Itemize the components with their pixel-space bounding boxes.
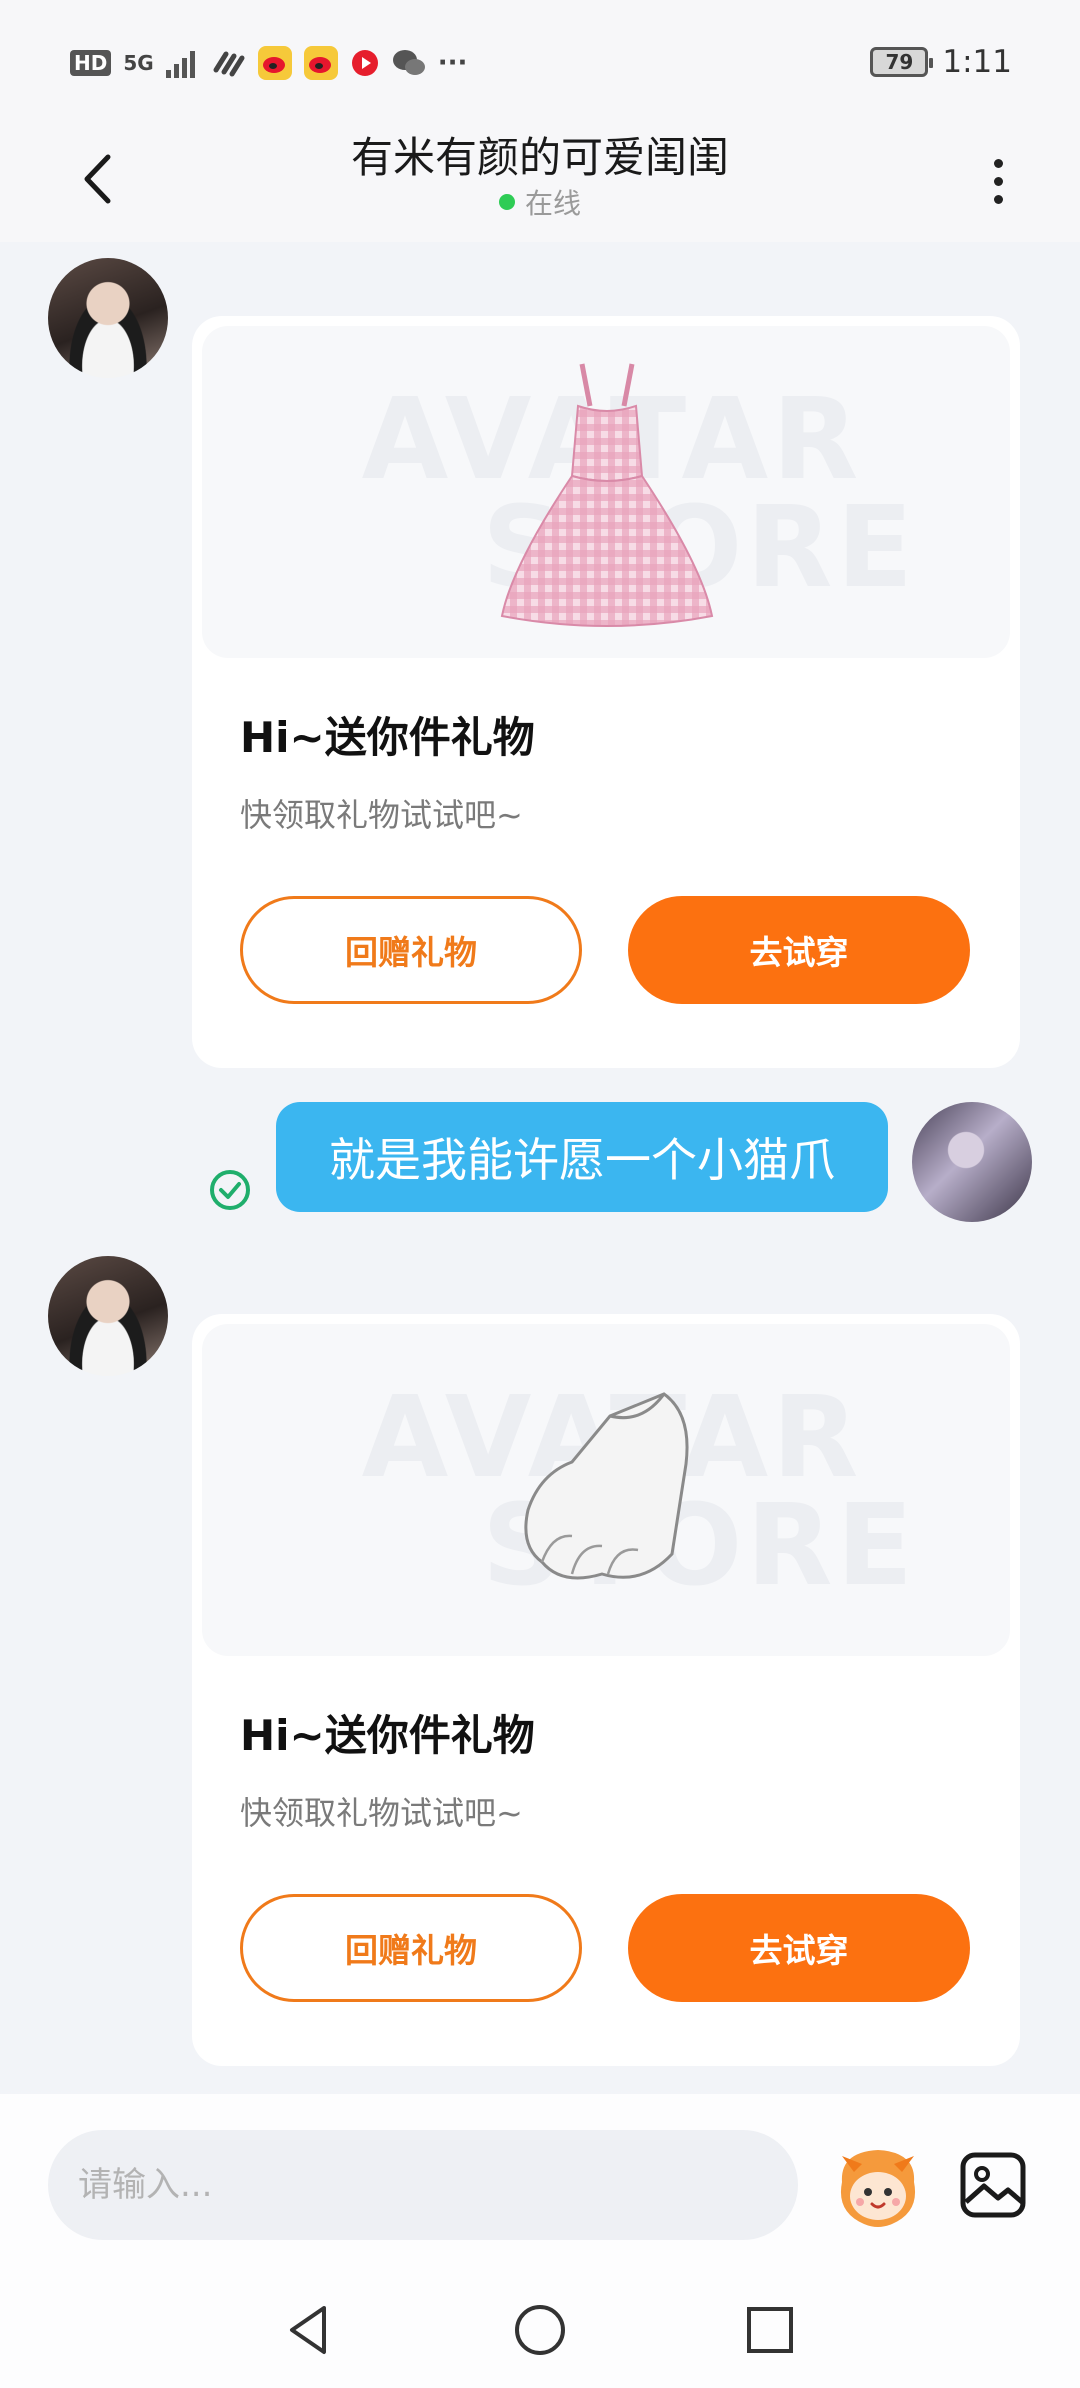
more-dot-icon — [993, 194, 1003, 204]
nav-back-icon[interactable] — [280, 2300, 340, 2360]
read-check-icon — [210, 1170, 250, 1210]
gift-image[interactable]: AVATAR STORE — [202, 1324, 1010, 1656]
try-on-button[interactable]: 去试穿 — [628, 896, 970, 1004]
weibo-icon — [303, 46, 338, 80]
chat-title: 有米有颜的可爱闺闺 — [350, 133, 729, 182]
online-dot-icon — [498, 194, 515, 210]
battery-icon: 79 — [870, 47, 934, 77]
nav-recents-icon[interactable] — [740, 2300, 800, 2360]
system-navigation-bar — [0, 2274, 1080, 2388]
message-input[interactable] — [48, 2130, 798, 2240]
input-bar — [0, 2094, 1080, 2274]
online-status: 在线 — [0, 182, 1080, 222]
overflow-indicator: ··· — [437, 48, 468, 78]
weibo-icon — [257, 46, 292, 80]
emoji-sticker-button[interactable] — [832, 2142, 924, 2232]
gift-subtitle: 快领取礼物试试吧~ — [240, 1794, 523, 1832]
try-on-button[interactable]: 去试穿 — [628, 1894, 970, 2002]
my-avatar[interactable] — [912, 1102, 1032, 1222]
return-gift-button[interactable]: 回赠礼物 — [240, 1894, 582, 2002]
nav-home-icon[interactable] — [510, 2300, 570, 2360]
more-dot-icon — [993, 176, 1003, 186]
wechat-icon — [392, 50, 425, 75]
image-picker-button[interactable] — [958, 2150, 1028, 2220]
status-icons-right: 79 1:11 — [870, 44, 1012, 80]
hd-badge: HD — [70, 50, 112, 76]
dress-image — [500, 363, 714, 627]
return-gift-button[interactable]: 回赠礼物 — [240, 896, 582, 1004]
status-bar: HD 5G ··· 79 1:11 — [0, 0, 1080, 120]
gift-title: Hi~送你件礼物 — [240, 1711, 535, 1760]
gift-subtitle: 快领取礼物试试吧~ — [240, 796, 523, 834]
signal-icon — [165, 51, 195, 78]
gift-image[interactable]: AVATAR STORE — [202, 326, 1010, 658]
gift-card[interactable]: AVATAR STORE Hi~送你件礼物 快领取礼物试试吧~ 回赠礼物 去试穿 — [192, 316, 1020, 1068]
contact-avatar[interactable] — [48, 1256, 168, 1376]
status-icons-left: HD 5G ··· — [70, 46, 467, 80]
clock: 1:11 — [942, 44, 1012, 80]
gift-title: Hi~送你件礼物 — [240, 713, 535, 762]
more-options-button[interactable] — [978, 146, 1018, 216]
cat-paw-image — [524, 1392, 689, 1580]
more-dot-icon — [993, 158, 1003, 168]
network-type: 5G — [123, 51, 154, 75]
gift-card[interactable]: AVATAR STORE Hi~送你件礼物 快领取礼物试试吧~ 回赠礼物 去试穿 — [192, 1314, 1020, 2066]
link-icon — [213, 51, 245, 77]
online-status-label: 在线 — [524, 187, 581, 220]
chat-header: 有米有颜的可爱闺闺 在线 — [0, 120, 1080, 242]
my-message-bubble[interactable]: 就是我能许愿一个小猫爪 — [276, 1102, 888, 1212]
contact-avatar[interactable] — [48, 258, 168, 378]
video-icon — [351, 50, 378, 76]
